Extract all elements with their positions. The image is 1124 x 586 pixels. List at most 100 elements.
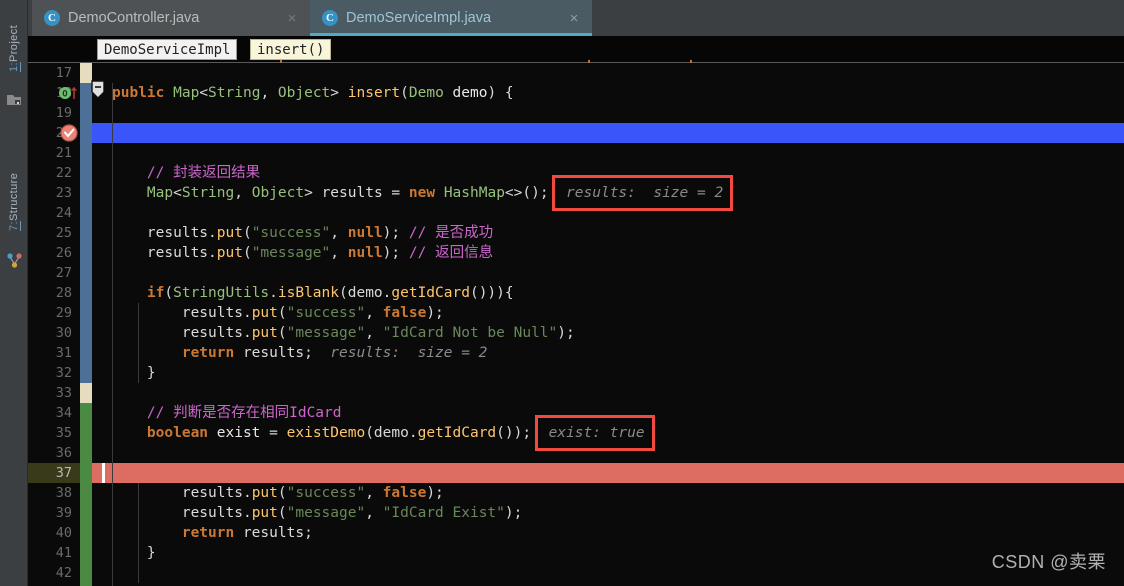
line-number[interactable]: 32	[56, 363, 72, 383]
line-number[interactable]: 34	[56, 403, 72, 423]
line-number[interactable]: 22	[56, 163, 72, 183]
project-tab-label: Project	[8, 24, 20, 62]
code-line[interactable]: results.put("success", false);	[104, 483, 1124, 503]
code-line[interactable]: results.put("message", null); // 返回信息	[104, 243, 1124, 263]
close-icon[interactable]: ×	[566, 10, 582, 27]
line-number[interactable]: 25	[56, 223, 72, 243]
project-folder-icon[interactable]	[6, 92, 23, 109]
line-number[interactable]: 17	[56, 63, 72, 83]
java-class-icon: C	[44, 10, 60, 26]
code-token: // 判断是否存在相同IdCard	[112, 405, 342, 421]
code-token: results	[242, 525, 305, 541]
code-token: results	[112, 225, 209, 241]
code-editor[interactable]: 1718192021222324252627282930313233343536…	[28, 63, 1124, 586]
line-number[interactable]: 23	[56, 183, 72, 203]
sidebar-item-project[interactable]: 1: Project	[0, 12, 28, 86]
code-line[interactable]	[104, 263, 1124, 283]
code-token: .	[242, 505, 252, 521]
code-token: .	[242, 305, 252, 321]
breadcrumb-item-method[interactable]: insert()	[250, 39, 332, 60]
line-number[interactable]: 40	[56, 523, 72, 543]
code-token: ,	[365, 485, 383, 501]
code-line[interactable]: if(StringUtils.isBlank(demo.getIdCard())…	[104, 283, 1124, 303]
code-line[interactable]	[104, 143, 1124, 163]
editor-tab-democontroller[interactable]: C DemoController.java ×	[32, 0, 310, 36]
code-line[interactable]: return results;	[104, 523, 1124, 543]
code-token: if	[146, 285, 165, 301]
vcs-modified-marker[interactable]	[80, 83, 92, 383]
code-token: getIdCard	[391, 285, 470, 301]
code-token: results	[112, 245, 209, 261]
code-line[interactable]	[104, 563, 1124, 583]
vcs-added-marker[interactable]	[80, 403, 92, 586]
code-line[interactable]: results.put("success", null); // 是否成功	[104, 223, 1124, 243]
editor-tab-bar: C DemoController.java × C DemoServiceImp…	[28, 0, 1124, 36]
line-number[interactable]: 19	[56, 103, 72, 123]
line-number[interactable]: 39	[56, 503, 72, 523]
code-token: Object	[277, 85, 331, 101]
line-number[interactable]: 26	[56, 243, 72, 263]
code-token: String	[181, 185, 235, 201]
structure-nodes-icon[interactable]	[6, 252, 23, 269]
fold-collapse-icon[interactable]	[91, 80, 105, 100]
code-token: (	[242, 245, 252, 261]
breadcrumb: DemoServiceImpl insert()	[28, 36, 1124, 62]
structure-tab-number: 7:	[8, 221, 20, 232]
code-token: null	[347, 225, 383, 241]
code-line[interactable]	[104, 383, 1124, 403]
line-number[interactable]: 24	[56, 203, 72, 223]
line-number[interactable]: 36	[56, 443, 72, 463]
sidebar-item-structure[interactable]: 7: Structure	[0, 160, 28, 246]
code-line[interactable]: results.put("message", "IdCard Exist");	[104, 503, 1124, 523]
implementing-method-icon[interactable]: O	[58, 83, 80, 103]
code-line[interactable]: public Map<String, Object> insert(Demo d…	[104, 83, 1124, 103]
code-token: String	[208, 85, 261, 101]
close-icon[interactable]: ×	[284, 10, 300, 27]
code-token: ())){	[469, 285, 514, 301]
vcs-changed-marker[interactable]	[80, 383, 92, 403]
inline-debug-value[interactable]: results: size = 2	[330, 345, 487, 361]
code-line[interactable]: results.put("message", "IdCard Not be Nu…	[104, 323, 1124, 343]
code-token: false	[382, 305, 427, 321]
code-token: // 返回信息	[408, 245, 494, 261]
line-number[interactable]: 29	[56, 303, 72, 323]
line-number[interactable]: 30	[56, 323, 72, 343]
line-number[interactable]: 27	[56, 263, 72, 283]
code-token: "message"	[251, 245, 331, 261]
editor-tab-label: DemoController.java	[68, 10, 200, 26]
breakpoint-verified-icon[interactable]	[58, 123, 80, 143]
code-token: // 封装返回结果	[112, 165, 261, 181]
code-line[interactable]: }	[104, 363, 1124, 383]
line-number[interactable]: 21	[56, 143, 72, 163]
code-token: >	[330, 85, 348, 101]
code-token: Object	[251, 185, 305, 201]
editor-gutter[interactable]: 1718192021222324252627282930313233343536…	[28, 63, 80, 586]
code-line[interactable]: return results; results: size = 2	[104, 343, 1124, 363]
line-number[interactable]: 31	[56, 343, 72, 363]
line-number[interactable]: 38	[56, 483, 72, 503]
code-line[interactable]: }	[104, 543, 1124, 563]
code-token: (demo.	[339, 285, 392, 301]
project-tab-number: 1:	[8, 61, 20, 72]
line-number[interactable]: 37	[56, 463, 72, 483]
line-number[interactable]: 28	[56, 283, 72, 303]
code-line[interactable]: results.put("success", false);	[104, 303, 1124, 323]
code-token: put	[216, 225, 243, 241]
line-number[interactable]: 42	[56, 563, 72, 583]
line-number[interactable]: 33	[56, 383, 72, 403]
code-token: (	[277, 485, 287, 501]
java-class-icon: C	[322, 10, 338, 26]
line-number[interactable]: 41	[56, 543, 72, 563]
code-line[interactable]	[104, 63, 1124, 83]
breadcrumb-item-class[interactable]: DemoServiceImpl	[97, 39, 238, 60]
line-number[interactable]: 35	[56, 423, 72, 443]
code-token: (	[277, 505, 287, 521]
code-line[interactable]	[104, 103, 1124, 123]
structure-tab-label: Structure	[8, 172, 20, 222]
code-token: "IdCard Not be Null"	[382, 325, 558, 341]
code-token: existDemo	[286, 425, 366, 441]
vcs-change-bar[interactable]	[80, 63, 92, 586]
editor-tab-demoserviceimpl[interactable]: C DemoServiceImpl.java ×	[310, 0, 592, 36]
code-token: <>();	[504, 185, 549, 201]
